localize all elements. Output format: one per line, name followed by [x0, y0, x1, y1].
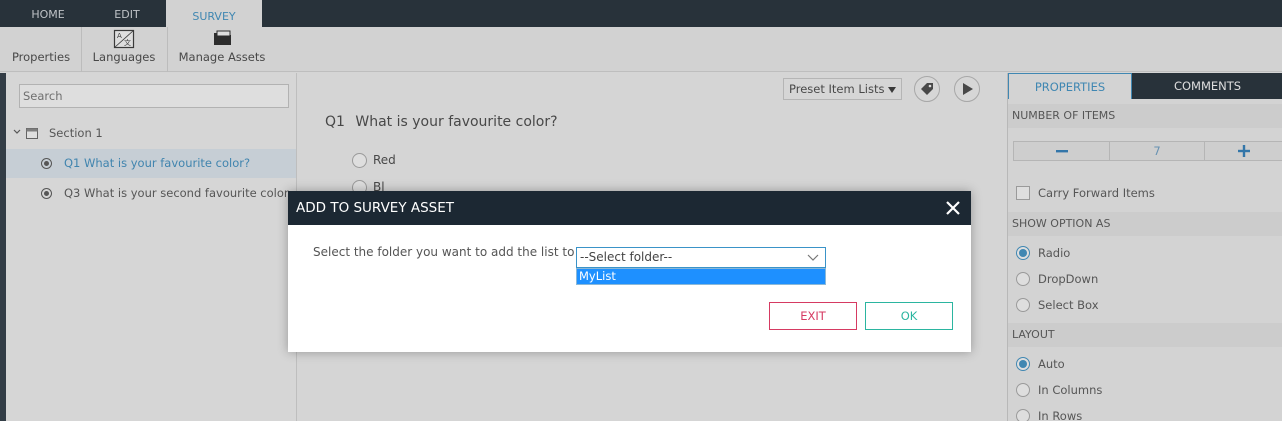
chevron-down-icon — [807, 254, 819, 261]
add-to-survey-asset-dialog: ADD TO SURVEY ASSET Select the folder yo… — [288, 191, 971, 352]
exit-button[interactable]: EXIT — [769, 302, 857, 330]
folder-select-label: Select the folder you want to add the li… — [313, 245, 583, 259]
close-button[interactable] — [943, 197, 963, 217]
ok-button[interactable]: OK — [865, 302, 953, 330]
folder-select[interactable]: --Select folder-- — [576, 247, 826, 268]
folder-select-value: --Select folder-- — [580, 250, 673, 264]
close-icon — [946, 201, 960, 215]
folder-dropdown-list: MyList — [576, 268, 826, 285]
dialog-header: ADD TO SURVEY ASSET — [288, 191, 971, 225]
dialog-title: ADD TO SURVEY ASSET — [296, 200, 455, 216]
dropdown-option-mylist[interactable]: MyList — [579, 269, 616, 284]
